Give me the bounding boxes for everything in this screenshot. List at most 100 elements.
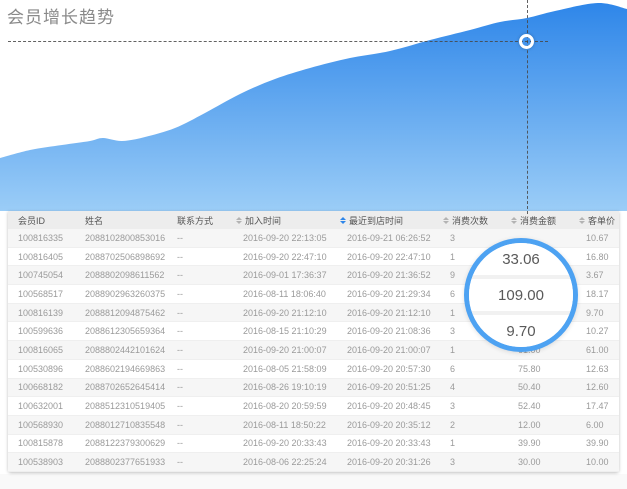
column-label: 会员ID [18,214,45,227]
chart-point-marker[interactable] [519,34,534,49]
cell-7: 17.47 [572,401,619,411]
cell-4: 2016-09-21 06:26:52 [333,233,436,243]
cell-6: 52.40 [504,401,572,411]
cell-4: 2016-09-20 21:08:36 [333,326,436,336]
cell-2: -- [177,401,229,411]
cell-5: 2 [436,420,504,430]
cell-1: 2088102800853016 [85,233,177,243]
cell-7: 10.67 [572,233,619,243]
cell-7: 10.00 [572,457,619,467]
cell-3: 2016-09-20 21:00:07 [229,345,333,355]
sort-icon[interactable] [340,217,346,224]
cell-4: 2016-09-20 20:48:45 [333,401,436,411]
cell-7: 10.27 [572,326,619,336]
cell-0: 100668182 [18,382,85,392]
cell-2: -- [177,364,229,374]
cell-1: 2088702506898692 [85,252,177,262]
cell-7: 12.60 [572,382,619,392]
cell-2: -- [177,270,229,280]
cell-3: 2016-08-15 21:10:29 [229,326,333,336]
cell-6: 75.80 [504,364,572,374]
cell-1: 2088612305659364 [85,326,177,336]
cell-7: 16.80 [572,252,619,262]
cell-4: 2016-09-20 20:33:43 [333,438,436,448]
cell-0: 100816139 [18,308,85,318]
table-row: 1008158782088122379300629--2016-09-20 20… [8,435,619,454]
column-header-7[interactable]: 客单价 [572,214,619,227]
cell-4: 2016-09-20 20:51:25 [333,382,436,392]
cell-2: -- [177,326,229,336]
cell-3: 2016-08-05 21:58:09 [229,364,333,374]
cell-3: 2016-08-11 18:06:40 [229,289,333,299]
cell-4: 2016-09-20 20:57:30 [333,364,436,374]
cell-0: 100568517 [18,289,85,299]
cell-5: 6 [436,364,504,374]
cell-2: -- [177,233,229,243]
cell-1: 2088902963260375 [85,289,177,299]
column-header-5[interactable]: 消费次数 [436,214,504,227]
cell-4: 2016-09-20 20:35:12 [333,420,436,430]
column-header-1: 姓名 [85,214,177,227]
cell-0: 100816335 [18,233,85,243]
cell-2: -- [177,382,229,392]
cell-7: 9.70 [572,308,619,318]
column-label: 消费金额 [520,214,556,227]
cell-3: 2016-08-11 18:50:22 [229,420,333,430]
cell-3: 2016-09-20 20:33:43 [229,438,333,448]
column-label: 消费次数 [452,214,488,227]
sort-icon[interactable] [236,217,242,224]
column-label: 加入时间 [245,214,281,227]
cell-2: -- [177,438,229,448]
cell-0: 100568930 [18,420,85,430]
cell-7: 3.67 [572,270,619,280]
cell-5: 4 [436,382,504,392]
cell-7: 12.63 [572,364,619,374]
cell-2: -- [177,345,229,355]
column-label: 联系方式 [177,214,213,227]
cell-1: 2088702652645414 [85,382,177,392]
cell-5: 3 [436,233,504,243]
member-growth-page: 会员增长趋势 会员ID 姓名联系方式 加入时间 最近到店时间 消费次数 消费金额 客单价 1… [0,0,627,489]
cell-0: 100816065 [18,345,85,355]
cell-7: 61.00 [572,345,619,355]
sort-icon[interactable] [443,217,449,224]
magnified-amount: 109.00 [469,279,573,311]
page-bottom-background [0,474,627,489]
table-row: 1005308962088602194669863--2016-08-05 21… [8,360,619,379]
column-header-3[interactable]: 加入时间 [229,214,333,227]
cell-3: 2016-09-20 22:47:10 [229,252,333,262]
column-header-6[interactable]: 消费金额 [504,214,572,227]
cell-6: 12.00 [504,420,572,430]
column-header-4[interactable]: 最近到店时间 [333,214,436,227]
cell-6: 30.00 [504,457,572,467]
crosshair-horizontal-dashed-line [8,41,548,42]
cell-1: 2088512310519405 [85,401,177,411]
table-row: 1006681822088702652645414--2016-08-26 19… [8,379,619,398]
column-label: 最近到店时间 [349,214,403,227]
cell-0: 100599636 [18,326,85,336]
cell-0: 100632001 [18,401,85,411]
cell-1: 2088802442101624 [85,345,177,355]
cell-3: 2016-09-01 17:36:37 [229,270,333,280]
cell-2: -- [177,289,229,299]
cell-5: 1 [436,345,504,355]
cell-4: 2016-09-20 20:31:26 [333,457,436,467]
sort-icon[interactable] [579,217,585,224]
cell-0: 100538903 [18,457,85,467]
cell-4: 2016-09-20 21:36:52 [333,270,436,280]
cell-4: 2016-09-20 21:12:10 [333,308,436,318]
cell-2: -- [177,308,229,318]
cell-6: 39.90 [504,438,572,448]
column-header-0: 会员ID [18,214,85,227]
sort-icon[interactable] [511,217,517,224]
cell-3: 2016-08-06 22:25:24 [229,457,333,467]
cell-3: 2016-09-20 21:12:10 [229,308,333,318]
column-label: 客单价 [588,214,615,227]
column-header-2: 联系方式 [177,214,229,227]
cell-0: 100816405 [18,252,85,262]
cell-5: 1 [436,438,504,448]
area-series [0,3,627,211]
cell-5: 3 [436,401,504,411]
cell-1: 2088602194669863 [85,364,177,374]
page-title: 会员增长趋势 [7,3,115,28]
